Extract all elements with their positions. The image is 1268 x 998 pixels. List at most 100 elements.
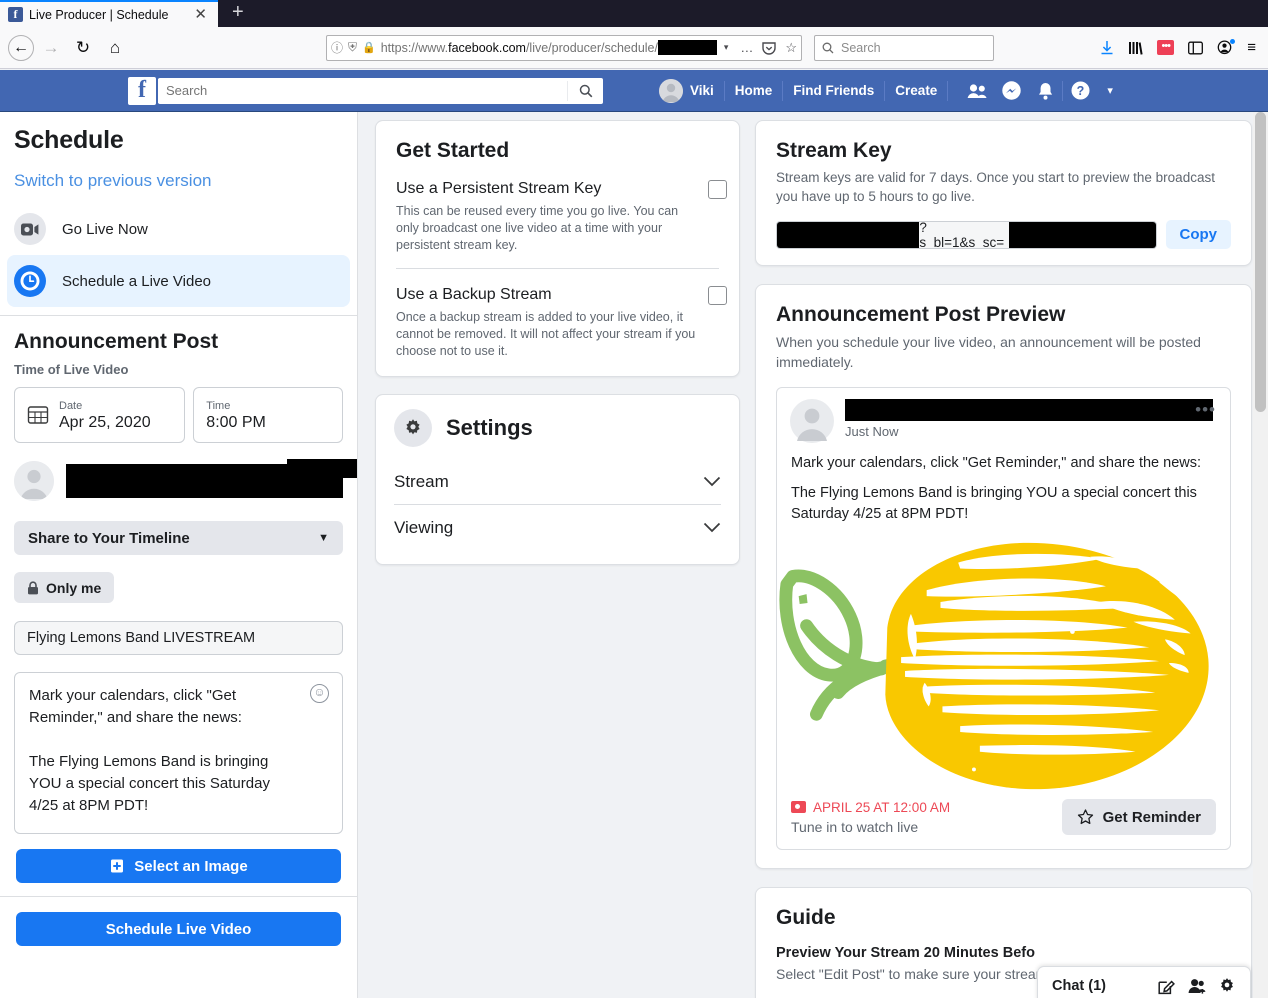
bookmark-star-icon[interactable]: ☆ xyxy=(785,40,797,56)
sidebar-item-label: Go Live Now xyxy=(62,220,148,238)
friend-requests-icon[interactable] xyxy=(960,78,994,104)
date-value: Apr 25, 2020 xyxy=(59,413,151,431)
nav-link-create[interactable]: Create xyxy=(885,83,947,98)
facebook-search-input[interactable] xyxy=(158,78,567,103)
backup-stream-row[interactable]: Use a Backup Stream Once a backup stream… xyxy=(396,269,727,360)
downloads-icon[interactable] xyxy=(1100,40,1114,55)
copy-stream-key-button[interactable]: Copy xyxy=(1165,220,1231,249)
page-scrollbar[interactable] xyxy=(1253,112,1268,998)
gear-icon[interactable] xyxy=(1218,977,1236,995)
tab-title: Live Producer | Schedule xyxy=(29,7,169,22)
stream-key-visible-part: ?s_bl=1&s_sc= xyxy=(919,220,1005,249)
privacy-selector[interactable]: Only me xyxy=(14,572,115,603)
library-icon[interactable] xyxy=(1128,41,1143,55)
tracking-shield-icon[interactable]: ⛨ xyxy=(348,40,357,55)
announcement-post-heading: Announcement Post xyxy=(14,330,219,353)
facebook-top-nav: f Viki Home Find Friends Create xyxy=(0,70,1268,112)
url-text: https://www.facebook.com/live/producer/s… xyxy=(381,40,717,55)
compose-icon[interactable] xyxy=(1158,978,1175,995)
nav-profile[interactable]: Viki xyxy=(659,78,724,103)
new-tab-button[interactable]: + xyxy=(218,0,256,27)
add-people-icon[interactable] xyxy=(1187,978,1206,994)
app-menu-icon[interactable]: ≡ xyxy=(1247,40,1256,55)
get-reminder-button[interactable]: Get Reminder xyxy=(1061,799,1216,835)
date-label: Date xyxy=(59,399,83,412)
select-an-image-label: Select an Image xyxy=(134,857,248,875)
help-icon[interactable]: ? xyxy=(1063,78,1097,104)
post-paragraph: Mark your calendars, click "Get Reminder… xyxy=(791,455,1202,471)
browser-tab[interactable]: f Live Producer | Schedule ✕ xyxy=(0,0,218,27)
back-icon[interactable]: ← xyxy=(8,34,34,61)
schedule-live-video-button[interactable]: Schedule Live Video xyxy=(16,912,341,946)
settings-row-viewing[interactable]: Viewing xyxy=(394,505,721,550)
post-live-time: APRIL 25 AT 12:00 AM xyxy=(791,800,950,815)
emoji-icon[interactable]: ☺ xyxy=(310,684,329,703)
tab-strip: f Live Producer | Schedule ✕ + xyxy=(0,0,1268,27)
close-tab-icon[interactable]: ✕ xyxy=(191,7,210,22)
account-icon[interactable] xyxy=(1217,39,1236,55)
forward-icon[interactable]: → xyxy=(36,33,66,63)
nav-link-home[interactable]: Home xyxy=(725,83,783,98)
url-dropdown-icon[interactable]: ▾ xyxy=(724,42,729,53)
guide-item-title: Preview Your Stream 20 Minutes Befo xyxy=(776,945,1035,961)
live-video-icon xyxy=(791,801,806,813)
switch-previous-version-link[interactable]: Switch to previous version xyxy=(0,155,357,191)
facebook-search-box[interactable] xyxy=(158,77,603,104)
stream-key-title: Stream Key xyxy=(776,139,892,162)
hand-drawn-lemon-icon xyxy=(779,542,1209,790)
share-destination-select[interactable]: Share to Your Timeline ▼ xyxy=(14,521,343,555)
date-field[interactable]: Date Apr 25, 2020 xyxy=(14,387,186,443)
save-to-pocket-icon[interactable] xyxy=(762,41,777,55)
announcement-preview-title: Announcement Post Preview xyxy=(776,303,1066,326)
facebook-logo-icon[interactable]: f xyxy=(128,76,156,105)
stream-key-redaction-left xyxy=(777,221,920,248)
page-info-icon[interactable]: ⓘ xyxy=(331,39,343,56)
chevron-down-icon xyxy=(703,476,721,487)
backup-stream-checkbox[interactable] xyxy=(708,286,727,305)
sidebar-toggle-icon[interactable] xyxy=(1188,41,1204,55)
messenger-icon[interactable] xyxy=(994,78,1028,104)
stream-key-card: Stream Key Stream keys are valid for 7 d… xyxy=(755,120,1252,266)
avatar xyxy=(659,78,683,103)
nav-username[interactable]: Viki xyxy=(690,83,724,98)
settings-title: Settings xyxy=(446,415,533,440)
post-body: Mark your calendars, click "Get Reminder… xyxy=(777,443,1230,525)
page-actions-icon[interactable]: … xyxy=(740,40,753,55)
address-bar[interactable]: ⓘ ⛨ 🔒 https://www.facebook.com/live/prod… xyxy=(326,34,802,61)
account-menu-caret-icon[interactable]: ▾ xyxy=(1097,84,1123,97)
browser-search-box[interactable]: Search xyxy=(814,34,994,61)
description-textarea[interactable]: Mark your calendars, click "Get Reminder… xyxy=(14,672,343,834)
persistent-stream-key-checkbox[interactable] xyxy=(708,180,727,199)
chat-widget[interactable]: Chat (1) xyxy=(1037,966,1251,998)
select-an-image-button[interactable]: Select an Image xyxy=(16,849,341,883)
pocket-extension-icon[interactable]: ••• xyxy=(1157,40,1175,55)
settings-row-stream[interactable]: Stream xyxy=(394,459,721,504)
search-icon[interactable] xyxy=(567,80,603,101)
search-icon xyxy=(822,42,834,53)
sidebar-item-schedule-live-video[interactable]: Schedule a Live Video xyxy=(7,255,350,307)
live-title-input[interactable]: Flying Lemons Band LIVESTREAM xyxy=(14,621,343,655)
persistent-stream-key-row[interactable]: Use a Persistent Stream Key This can be … xyxy=(396,163,727,254)
post-live-time-label: APRIL 25 AT 12:00 AM xyxy=(813,799,951,815)
stream-key-input[interactable]: ?s_bl=1&s_sc= xyxy=(776,220,1157,249)
time-field[interactable]: Time 8:00 PM xyxy=(193,387,343,443)
scrollbar-thumb[interactable] xyxy=(1255,112,1266,412)
clock-icon xyxy=(14,265,46,297)
url-domain: facebook.com xyxy=(448,41,526,55)
reload-icon[interactable]: ↻ xyxy=(68,33,98,63)
settings-row-label: Viewing xyxy=(394,517,454,537)
calendar-icon xyxy=(27,404,49,426)
post-menu-icon[interactable]: ••• xyxy=(1195,401,1216,418)
sidebar-item-go-live-now[interactable]: Go Live Now xyxy=(7,203,350,255)
url-path: /live/producer/schedule/ xyxy=(525,41,658,55)
settings-header: Settings xyxy=(376,395,739,447)
time-label: Time xyxy=(206,399,231,412)
home-icon[interactable]: ⌂ xyxy=(100,33,130,63)
post-footer: APRIL 25 AT 12:00 AM Tune in to watch li… xyxy=(777,795,1230,849)
left-sidebar: Schedule Switch to previous version Go L… xyxy=(0,112,358,998)
privacy-label: Only me xyxy=(46,579,102,596)
description-text: Mark your calendars, click "Get Reminder… xyxy=(29,687,270,814)
gear-icon xyxy=(394,409,432,447)
nav-link-find-friends[interactable]: Find Friends xyxy=(783,83,884,98)
notifications-bell-icon[interactable] xyxy=(1028,78,1062,104)
